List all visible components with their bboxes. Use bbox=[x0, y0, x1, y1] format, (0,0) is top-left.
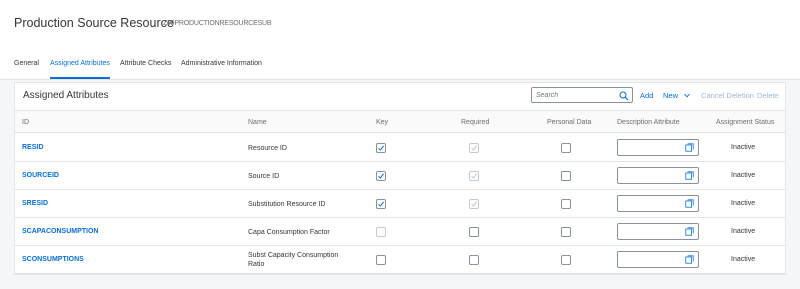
assignment-status: Inactive bbox=[731, 200, 756, 207]
checkmark-icon bbox=[378, 173, 384, 179]
key-checkbox[interactable] bbox=[376, 199, 386, 209]
value-help-icon[interactable] bbox=[685, 143, 694, 152]
tab-administrative-information[interactable]: Administrative Information bbox=[181, 60, 262, 79]
required-checkbox[interactable] bbox=[469, 143, 479, 153]
value-help-icon[interactable] bbox=[685, 199, 694, 208]
value-help-icon[interactable] bbox=[685, 227, 694, 236]
personal-data-checkbox[interactable] bbox=[561, 199, 571, 209]
column-header-name: Name bbox=[248, 119, 267, 126]
value-help-icon[interactable] bbox=[685, 255, 694, 264]
required-checkbox[interactable] bbox=[469, 199, 479, 209]
key-checkbox[interactable] bbox=[376, 143, 386, 153]
column-header-description-attribute: Description Attribute bbox=[617, 119, 680, 126]
table-title: Assigned Attributes bbox=[23, 90, 109, 101]
description-attribute-input[interactable] bbox=[617, 251, 699, 268]
key-checkbox[interactable] bbox=[376, 255, 386, 265]
attribute-id-link[interactable]: SOURCEID bbox=[22, 172, 59, 179]
page-title: Production Source Resource bbox=[14, 16, 174, 30]
personal-data-checkbox[interactable] bbox=[561, 227, 571, 237]
required-checkbox[interactable] bbox=[469, 255, 479, 265]
key-checkbox[interactable] bbox=[376, 171, 386, 181]
attribute-name: Resource ID bbox=[248, 145, 287, 152]
object-header: Production Source Resource Z99PRODUCTION… bbox=[0, 0, 800, 80]
personal-data-checkbox[interactable] bbox=[561, 255, 571, 265]
table-header: ID Name Key Required Personal Data Descr… bbox=[15, 110, 785, 133]
attribute-name: Substitution Resource ID bbox=[248, 201, 326, 208]
key-checkbox[interactable] bbox=[376, 227, 386, 237]
column-header-personal-data: Personal Data bbox=[547, 119, 592, 126]
description-attribute-input[interactable] bbox=[617, 139, 699, 156]
description-attribute-input[interactable] bbox=[617, 195, 699, 212]
column-header-id: ID bbox=[22, 119, 29, 126]
checkmark-icon bbox=[378, 201, 384, 207]
tab-attribute-checks[interactable]: Attribute Checks bbox=[120, 60, 171, 79]
search-input[interactable] bbox=[536, 90, 618, 101]
page-subtitle: Z99PRODUCTIONRESOURCESUB bbox=[163, 20, 272, 27]
column-header-assignment-status: Assignment Status bbox=[716, 119, 775, 126]
attribute-name: Capa Consumption Factor bbox=[248, 229, 330, 236]
attribute-id-link[interactable]: RESID bbox=[22, 144, 43, 151]
tab-general[interactable]: General bbox=[14, 60, 39, 79]
personal-data-checkbox[interactable] bbox=[561, 143, 571, 153]
tab-assigned-attributes[interactable]: Assigned Attributes bbox=[50, 60, 110, 79]
checkmark-icon bbox=[471, 201, 477, 207]
column-header-required: Required bbox=[461, 119, 490, 126]
assigned-attributes-table: Assigned Attributes Add New Cancel Delet… bbox=[14, 82, 786, 275]
assignment-status: Inactive bbox=[731, 172, 756, 179]
assignment-status: Inactive bbox=[731, 256, 756, 263]
checkmark-icon bbox=[378, 145, 384, 151]
attribute-name: Subst Capacity Consumption Ratio bbox=[248, 252, 339, 268]
assignment-status: Inactive bbox=[731, 144, 756, 151]
table-row[interactable]: SCONSUMPTIONS Subst Capacity Consumption … bbox=[15, 246, 785, 274]
attribute-id-link[interactable]: SCONSUMPTIONS bbox=[22, 256, 84, 263]
assignment-status: Inactive bbox=[731, 228, 756, 235]
tab-bar: General Assigned Attributes Attribute Ch… bbox=[0, 55, 800, 80]
add-button[interactable]: Add bbox=[640, 91, 653, 100]
column-header-key: Key bbox=[376, 119, 389, 126]
required-checkbox[interactable] bbox=[469, 227, 479, 237]
new-button[interactable]: New bbox=[663, 91, 678, 100]
chevron-down-icon[interactable] bbox=[684, 93, 690, 98]
value-help-icon[interactable] bbox=[685, 171, 694, 180]
description-attribute-input[interactable] bbox=[617, 223, 699, 240]
required-checkbox[interactable] bbox=[469, 171, 479, 181]
personal-data-checkbox[interactable] bbox=[561, 171, 571, 181]
delete-button[interactable]: Delete bbox=[757, 91, 779, 100]
description-attribute-input[interactable] bbox=[617, 167, 699, 184]
search-field[interactable] bbox=[531, 87, 633, 103]
table-row[interactable]: RESID Resource ID Inactive bbox=[15, 134, 785, 162]
checkmark-icon bbox=[471, 173, 477, 179]
table-row[interactable]: SOURCEID Source ID Inactive bbox=[15, 162, 785, 190]
cancel-deletion-button[interactable]: Cancel Deletion bbox=[701, 91, 754, 100]
attribute-id-link[interactable]: SCAPACONSUMPTION bbox=[22, 228, 98, 235]
attribute-id-link[interactable]: SRESID bbox=[22, 200, 48, 207]
table-row[interactable]: SRESID Substitution Resource ID Inactive bbox=[15, 190, 785, 218]
checkmark-icon bbox=[471, 145, 477, 151]
table-row[interactable]: SCAPACONSUMPTION Capa Consumption Factor I… bbox=[15, 218, 785, 246]
attribute-name: Source ID bbox=[248, 173, 280, 180]
search-icon[interactable] bbox=[619, 91, 629, 101]
